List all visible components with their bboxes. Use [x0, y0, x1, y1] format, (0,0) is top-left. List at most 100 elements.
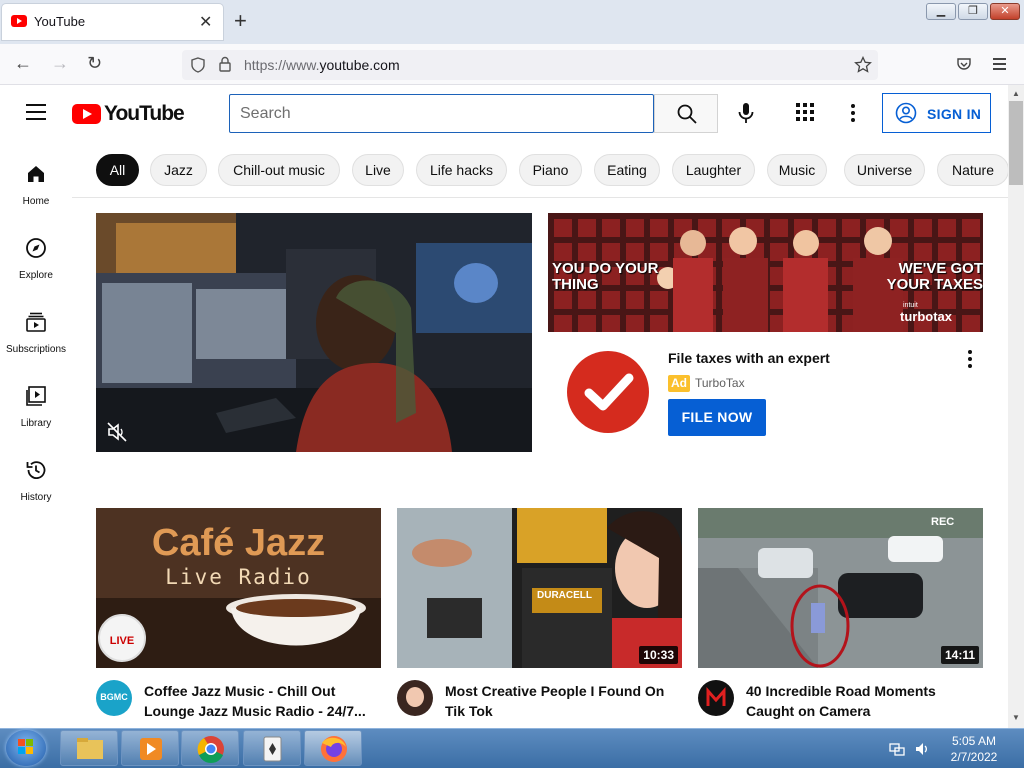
- search-input[interactable]: [230, 95, 653, 132]
- video-title-tiktok[interactable]: Most Creative People I Found On Tik Tok: [445, 681, 675, 721]
- chip-music[interactable]: Music: [767, 154, 827, 186]
- back-arrow-icon[interactable]: ←: [14, 53, 32, 74]
- maximize-window-button[interactable]: ❐: [958, 3, 988, 20]
- video-thumbnail-road-moments[interactable]: REC 14:11: [698, 508, 983, 668]
- video-duration: 10:33: [639, 646, 678, 664]
- video-duration: 14:11: [940, 646, 979, 664]
- video-title-line: 40 Incredible Road Moments: [746, 683, 936, 699]
- settings-more-icon[interactable]: [851, 104, 857, 122]
- shield-icon[interactable]: [190, 57, 206, 73]
- video-title-line: Coffee Jazz Music - Chill Out: [144, 683, 336, 699]
- sidebar-item-subscriptions[interactable]: Subscriptions: [0, 310, 72, 384]
- new-tab-icon[interactable]: +: [234, 8, 247, 34]
- chip-chill-out-music[interactable]: Chill-out music: [218, 154, 340, 186]
- scroll-up-icon[interactable]: ▲: [1012, 89, 1020, 98]
- compass-icon: [26, 238, 46, 258]
- tab-title: YouTube: [34, 14, 86, 29]
- apps-grid-icon[interactable]: [796, 103, 816, 123]
- chip-universe[interactable]: Universe: [844, 154, 925, 186]
- taskbar-firefox[interactable]: [304, 730, 362, 766]
- subscriptions-icon: [26, 312, 46, 332]
- lock-icon[interactable]: [218, 56, 232, 73]
- taskbar-clock[interactable]: 5:05 AM 2/7/2022: [944, 733, 1004, 765]
- home-icon: [28, 166, 44, 182]
- browser-nav-bar: ← → ↻ https://www.youtube.com: [0, 44, 1024, 85]
- minimize-window-button[interactable]: ▁: [926, 3, 956, 20]
- network-icon[interactable]: [889, 741, 905, 757]
- ad-brand-prefix: intuit: [903, 302, 918, 309]
- scroll-down-icon[interactable]: ▼: [1012, 713, 1020, 722]
- ad-more-options-icon[interactable]: [968, 350, 974, 368]
- channel-avatar-tiktok[interactable]: [397, 680, 433, 716]
- video-title-road-moments[interactable]: 40 Incredible Road Moments Caught on Cam…: [746, 681, 976, 721]
- taskbar-media-player[interactable]: [121, 730, 179, 766]
- video-title-line: Tik Tok: [445, 703, 493, 719]
- browser-tab-youtube[interactable]: YouTube ✕: [2, 4, 223, 40]
- app-menu-icon[interactable]: [993, 58, 1006, 70]
- pocket-icon[interactable]: [956, 56, 972, 72]
- search-icon: [677, 104, 697, 124]
- video-title-line: Caught on Camera: [746, 703, 871, 719]
- tiktok-collage-image: [397, 508, 682, 668]
- url-prefix: https://www.: [244, 57, 320, 73]
- chrome-icon: [197, 736, 224, 763]
- video-thumbnail-tiktok[interactable]: DURACELL 10:33: [397, 508, 682, 668]
- ad-brand-text: turbotax: [900, 309, 952, 324]
- ad-banner-right-text: WE'VE GOT YOUR TAXES: [886, 260, 983, 293]
- channel-avatar-bgmc[interactable]: BGMC: [96, 680, 132, 716]
- clock-time: 5:05 AM: [951, 734, 997, 748]
- cards-icon: [263, 736, 282, 762]
- chip-all[interactable]: All: [96, 154, 139, 186]
- taskbar-file-explorer[interactable]: [60, 730, 118, 766]
- tab-close-icon[interactable]: ✕: [199, 12, 212, 32]
- thumb-rec-label: REC: [931, 516, 955, 528]
- sidebar-label-explore: Explore: [19, 270, 53, 281]
- video-thumbnail-coffee-jazz[interactable]: Café Jazz Live Radio LIVE: [96, 508, 381, 668]
- chip-nature[interactable]: Nature: [937, 154, 1008, 186]
- chip-laughter[interactable]: Laughter: [672, 154, 755, 186]
- taskbar-solitaire[interactable]: [243, 730, 301, 766]
- ad-title[interactable]: File taxes with an expert: [668, 350, 830, 366]
- file-now-button[interactable]: FILE NOW: [668, 399, 766, 436]
- chip-jazz[interactable]: Jazz: [150, 154, 207, 186]
- volume-icon[interactable]: [914, 741, 930, 757]
- sidebar-item-history[interactable]: History: [0, 458, 72, 532]
- scrollbar-thumb[interactable]: [1009, 101, 1023, 185]
- featured-video-player[interactable]: [96, 213, 532, 452]
- search-button[interactable]: [654, 94, 718, 133]
- folder-icon: [77, 738, 103, 759]
- chip-live[interactable]: Live: [352, 154, 404, 186]
- muted-volume-icon[interactable]: [106, 421, 128, 443]
- sign-in-button[interactable]: SIGN IN: [882, 93, 991, 133]
- search-box[interactable]: [229, 94, 654, 133]
- microphone-icon[interactable]: [734, 101, 758, 125]
- url-text[interactable]: https://www.youtube.com: [244, 57, 400, 73]
- chip-life-hacks[interactable]: Life hacks: [416, 154, 507, 186]
- taskbar-chrome[interactable]: [181, 730, 239, 766]
- start-button[interactable]: [6, 730, 46, 766]
- youtube-play-logo-icon: [72, 104, 101, 124]
- forward-arrow-icon[interactable]: →: [51, 53, 69, 74]
- logo-text: YouTube: [104, 102, 185, 125]
- sidebar-label-library: Library: [20, 418, 52, 429]
- chip-filter-bar: All Jazz Chill-out music Live Life hacks…: [72, 141, 1008, 198]
- sidebar-item-home[interactable]: Home: [0, 162, 72, 236]
- ad-sponsor[interactable]: TurboTax: [695, 376, 745, 390]
- close-window-button[interactable]: ✕: [990, 3, 1020, 20]
- address-bar[interactable]: https://www.youtube.com: [182, 50, 878, 80]
- avatar-text: BGMC: [100, 692, 128, 702]
- sidebar-item-library[interactable]: Library: [0, 384, 72, 458]
- chip-piano[interactable]: Piano: [519, 154, 582, 186]
- guide-menu-icon[interactable]: [26, 104, 46, 120]
- sidebar-item-explore[interactable]: Explore: [0, 236, 72, 310]
- chip-eating[interactable]: Eating: [594, 154, 660, 186]
- channel-logo-icon: [706, 687, 726, 706]
- sidebar-label-home: Home: [22, 196, 50, 207]
- thumb-duracell-text: DURACELL: [537, 590, 592, 601]
- reload-icon[interactable]: ↻: [87, 53, 102, 74]
- ad-banner-image[interactable]: YOU DO YOUR THING WE'VE GOT YOUR TAXES i…: [548, 213, 983, 332]
- channel-avatar-road[interactable]: [698, 680, 734, 716]
- turbotax-logo[interactable]: [567, 351, 649, 433]
- bookmark-star-icon[interactable]: [854, 56, 872, 74]
- video-title-coffee-jazz[interactable]: Coffee Jazz Music - Chill Out Lounge Jaz…: [144, 681, 374, 721]
